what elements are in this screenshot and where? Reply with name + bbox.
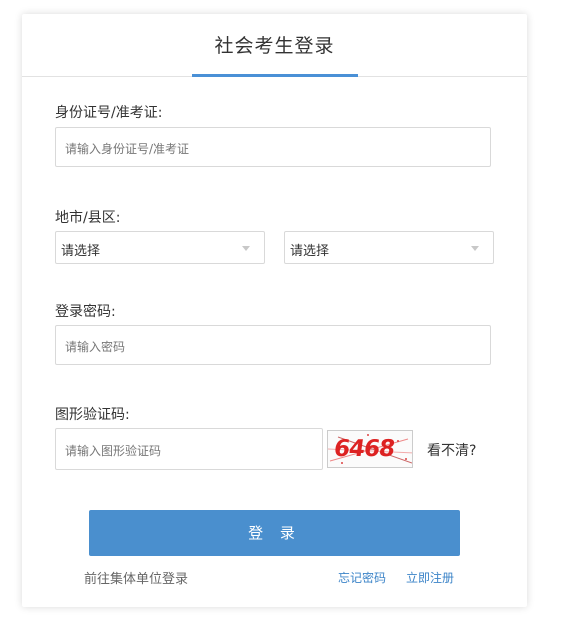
login-header: 社会考生登录 [22,14,527,77]
captcha-input[interactable]: 请输入图形验证码 [55,428,323,470]
page-title: 社会考生登录 [214,35,335,57]
city-select[interactable]: 请选择 [55,231,265,264]
chevron-down-icon [471,246,479,251]
city-select-value: 请选择 [61,244,101,259]
password-label: 登录密码: [55,304,116,320]
region-label: 地市/县区: [55,210,121,226]
id-number-input[interactable]: 请输入身份证号/准考证 [55,127,491,167]
group-login-link[interactable]: 前往集体单位登录 [84,568,188,587]
login-button[interactable]: 登 录 [89,510,460,556]
id-number-placeholder: 请输入身份证号/准考证 [65,142,190,156]
captcha-refresh-link[interactable]: 看不清? [427,440,476,460]
password-placeholder: 请输入密码 [65,340,126,354]
captcha-image-text: 6468 [332,436,396,462]
captcha-label: 图形验证码: [55,407,130,423]
district-select[interactable]: 请选择 [284,231,494,264]
chevron-down-icon [242,246,250,251]
active-tab-indicator [192,74,358,77]
id-label: 身份证号/准考证: [55,105,163,121]
register-link[interactable]: 立即注册 [406,569,454,586]
forgot-password-link[interactable]: 忘记密码 [338,569,386,586]
captcha-image[interactable]: 6468 [327,430,413,468]
district-select-value: 请选择 [290,244,330,259]
login-card: 社会考生登录 身份证号/准考证: 请输入身份证号/准考证 地市/县区: 请选择 … [22,14,527,607]
captcha-placeholder: 请输入图形验证码 [65,444,162,458]
password-input[interactable]: 请输入密码 [55,325,491,365]
